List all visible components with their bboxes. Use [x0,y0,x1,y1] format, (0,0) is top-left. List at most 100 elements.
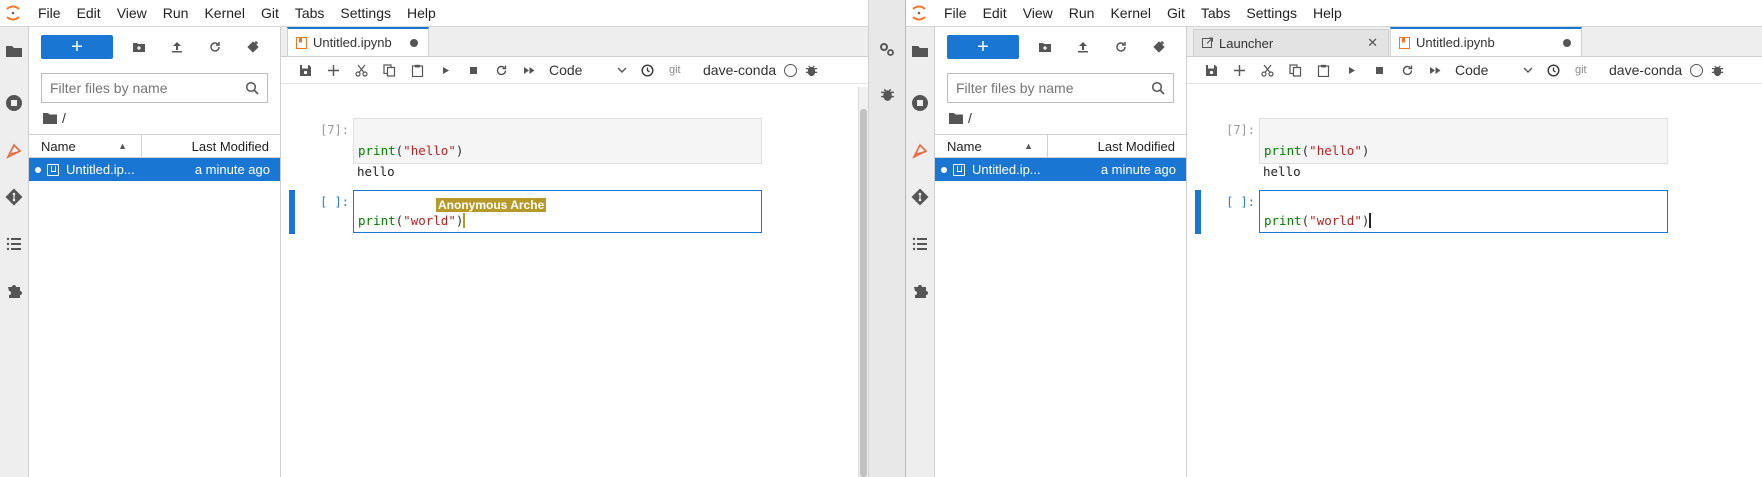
copy-icon[interactable] [375,58,403,82]
refresh-icon[interactable] [203,35,227,59]
refresh-icon[interactable] [1109,35,1133,59]
code-cell-input[interactable]: print("hello") [353,118,762,164]
jupyter-window-left: File Edit View Run Kernel Git Tabs Setti… [0,0,868,477]
file-filter-input[interactable] [50,80,245,96]
menu-view[interactable]: View [109,0,155,26]
paste-icon[interactable] [1309,58,1337,82]
menu-settings[interactable]: Settings [1238,0,1305,26]
menu-tabs[interactable]: Tabs [287,0,333,26]
breadcrumb-root[interactable]: / [968,110,972,126]
git-clone-icon[interactable] [1147,35,1171,59]
jupyter-logo-icon[interactable] [906,0,932,26]
code-cell-input[interactable]: print("hello") [1259,118,1668,164]
file-list-header: Name ▲ Last Modified [29,134,280,158]
file-filter-input[interactable] [956,80,1151,96]
stop-icon[interactable] [1365,58,1393,82]
kernel-name[interactable]: dave-conda [703,62,776,78]
menu-git[interactable]: Git [1159,0,1193,26]
running-icon[interactable] [0,85,28,121]
toc-icon[interactable] [0,226,28,262]
code-cell-input[interactable]: print("world") [1259,190,1668,233]
toc-icon[interactable] [906,226,934,262]
debugger-icon[interactable] [876,86,898,108]
add-cell-icon[interactable] [1225,58,1253,82]
close-icon[interactable]: ✕ [1367,35,1378,51]
new-launcher-button[interactable]: + [947,35,1019,59]
clock-icon[interactable] [633,58,661,82]
git-icon[interactable] [906,179,934,215]
menu-git[interactable]: Git [253,0,287,26]
debugger-icon[interactable] [1710,62,1726,78]
menu-edit[interactable]: Edit [975,0,1015,26]
file-filter-field[interactable] [41,73,268,103]
git-clone-icon[interactable] [241,35,265,59]
menu-help[interactable]: Help [399,0,444,26]
run-icon[interactable] [431,58,459,82]
unsaved-dot-icon[interactable] [409,38,418,47]
menu-view[interactable]: View [1015,0,1061,26]
column-last-modified[interactable]: Last Modified [142,139,280,154]
upload-icon[interactable] [1071,35,1095,59]
cut-icon[interactable] [1253,58,1281,82]
extension-icon[interactable] [906,133,934,169]
breadcrumb-root[interactable]: / [62,110,66,126]
puzzle-icon[interactable] [906,273,934,309]
cell-type-select[interactable]: Code [1455,62,1533,78]
stop-icon[interactable] [459,58,487,82]
clock-icon[interactable] [1539,58,1567,82]
file-row[interactable]: Untitled.ip... a minute ago [29,158,280,181]
upload-icon[interactable] [165,35,189,59]
copy-icon[interactable] [1281,58,1309,82]
tab-launcher[interactable]: Launcher ✕ [1193,29,1389,56]
cut-icon[interactable] [347,58,375,82]
extension-icon[interactable] [0,133,28,169]
column-name[interactable]: Name ▲ [935,135,1048,157]
new-launcher-button[interactable]: + [41,35,113,59]
kernel-name[interactable]: dave-conda [1609,62,1682,78]
cell-type-select[interactable]: Code [549,62,627,78]
debugger-icon[interactable] [804,62,820,78]
menu-kernel[interactable]: Kernel [1102,0,1158,26]
menu-file[interactable]: File [932,0,975,26]
menu-kernel[interactable]: Kernel [196,0,252,26]
new-folder-icon[interactable] [127,35,151,59]
fast-forward-icon[interactable] [515,58,543,82]
folder-icon[interactable] [906,33,934,69]
menu-file[interactable]: File [26,0,69,26]
search-icon [245,81,259,95]
file-row[interactable]: Untitled.ip... a minute ago [935,158,1186,181]
vertical-scrollbar[interactable] [858,87,868,477]
column-name[interactable]: Name ▲ [29,135,142,157]
jupyter-logo-icon[interactable] [0,0,26,26]
folder-icon[interactable] [43,112,57,124]
folder-icon[interactable] [949,112,963,124]
menu-help[interactable]: Help [1305,0,1350,26]
menu-edit[interactable]: Edit [69,0,109,26]
restart-icon[interactable] [487,58,515,82]
menu-run[interactable]: Run [155,0,197,26]
new-folder-icon[interactable] [1033,35,1057,59]
menu-run[interactable]: Run [1061,0,1103,26]
paste-icon[interactable] [403,58,431,82]
menu-tabs[interactable]: Tabs [1193,0,1239,26]
folder-icon[interactable] [0,33,28,69]
git-icon[interactable] [0,179,28,215]
file-filter-field[interactable] [947,73,1174,103]
menu-settings[interactable]: Settings [332,0,399,26]
tab-untitled-ipynb[interactable]: Untitled.ipynb [287,27,429,56]
breadcrumb: / [29,103,280,133]
puzzle-icon[interactable] [0,273,28,309]
unsaved-dot-icon[interactable] [1563,38,1571,47]
save-icon[interactable] [1197,58,1225,82]
property-inspector-icon[interactable] [876,40,898,63]
fast-forward-icon[interactable] [1421,58,1449,82]
scrollbar-thumb[interactable] [860,109,867,477]
tab-untitled-ipynb[interactable]: Untitled.ipynb [1390,27,1582,56]
save-icon[interactable] [291,58,319,82]
add-cell-icon[interactable] [319,58,347,82]
restart-icon[interactable] [1393,58,1421,82]
code-cell-input[interactable]: print("world") [353,190,762,233]
run-icon[interactable] [1337,58,1365,82]
running-icon[interactable] [906,85,934,121]
column-last-modified[interactable]: Last Modified [1048,139,1186,154]
